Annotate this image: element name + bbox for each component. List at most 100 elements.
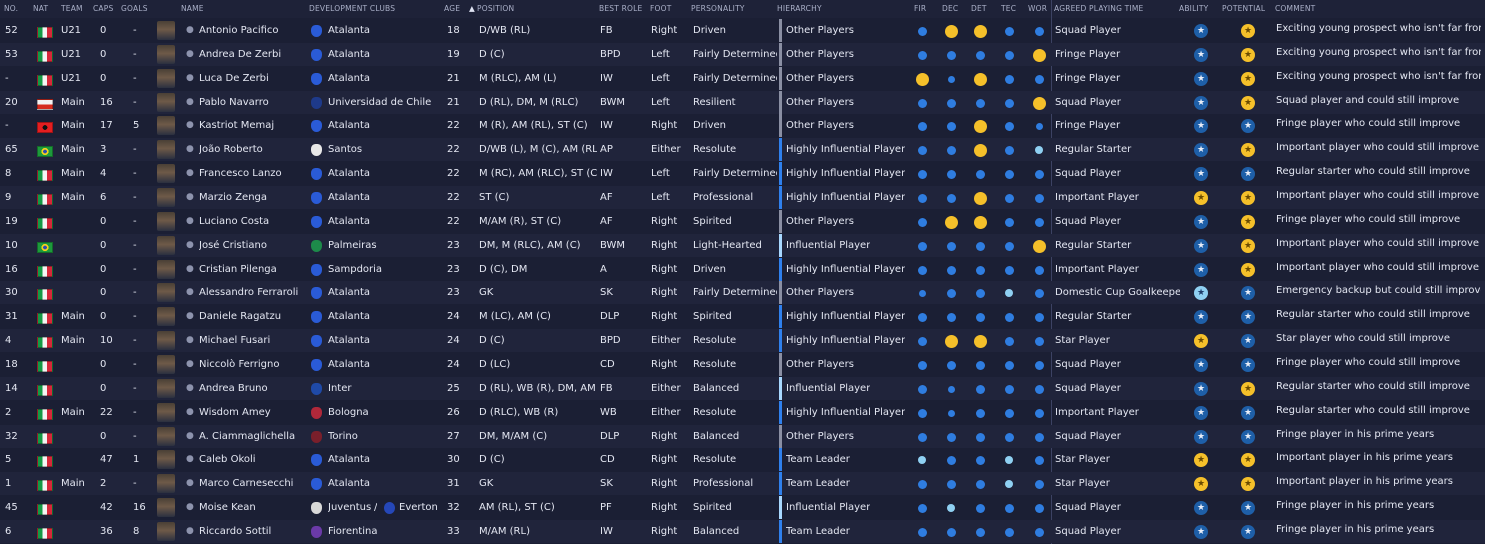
best-role: IW <box>600 120 613 131</box>
header-best-role[interactable]: BEST ROLE <box>599 4 642 13</box>
header-name[interactable]: NAME <box>181 4 204 13</box>
header-goals[interactable]: GOALS <box>121 4 148 13</box>
header-agreed-playing-time[interactable]: AGREED PLAYING TIME <box>1054 4 1143 13</box>
player-photo[interactable] <box>157 522 175 541</box>
table-row[interactable]: 32 0 - ● A. Ciammaglichella Torino 27 DM, M/AM … <box>0 425 1485 448</box>
header-position[interactable]: POSITION <box>477 4 514 13</box>
player-photo[interactable] <box>157 260 175 279</box>
table-row[interactable]: 53 U21 0 - ● Andrea De Zerbi Atalanta 19 D (C) BP… <box>0 43 1485 66</box>
table-row[interactable]: 19 0 - ● Luciano Costa Atalanta 22 M/AM (R), ST… <box>0 210 1485 233</box>
player-photo[interactable] <box>157 331 175 350</box>
attribute-dot <box>975 265 985 275</box>
attribute-dot <box>1034 360 1044 370</box>
table-row[interactable]: 31 Main 0 - ● Daniele Ragatzu Atalanta 24 M (LC)… <box>0 305 1485 328</box>
table-row[interactable]: 18 0 - ● Niccolò Ferrigno Atalanta 24 D (LC) CD R… <box>0 353 1485 376</box>
player-photo[interactable] <box>157 379 175 398</box>
player-photo[interactable] <box>157 283 175 302</box>
table-row[interactable]: 30 0 - ● Alessandro Ferraroli Atalanta 23 GK SK R… <box>0 281 1485 304</box>
header-wor[interactable]: WOR <box>1028 4 1047 13</box>
table-row[interactable]: 5 47 1 ● Caleb Okoli Atalanta 30 D (C) CD Right Re… <box>0 448 1485 471</box>
player-photo[interactable] <box>157 403 175 422</box>
ability-star-icon: ★ <box>1194 72 1208 86</box>
potential-star-icon: ★ <box>1241 24 1255 38</box>
player-photo[interactable] <box>157 69 175 88</box>
personality: Spirited <box>693 216 732 227</box>
header-no[interactable]: NO. <box>4 4 18 13</box>
player-photo[interactable] <box>157 450 175 469</box>
italy-flag-icon <box>37 409 53 420</box>
attribute-dot <box>946 265 956 275</box>
hierarchy-value: Team Leader <box>786 478 850 489</box>
header-hierarchy[interactable]: HIERARCHY <box>777 4 822 13</box>
personality: Fairly Determined <box>693 49 777 60</box>
table-row[interactable]: 2 Main 22 - ● Wisdom Amey Bologna 26 D (RLC), WB… <box>0 401 1485 424</box>
table-row[interactable]: 20 Main 16 - ● Pablo Navarro Universidad de Ch… <box>0 91 1485 114</box>
comment-text: Fringe player who could still improve <box>1276 118 1461 129</box>
header-development-clubs[interactable]: DEVELOPMENT CLUBS <box>309 4 395 13</box>
goals-count: - <box>133 407 137 418</box>
squad-number: 32 <box>5 431 18 442</box>
player-photo[interactable] <box>157 188 175 207</box>
ability-star-icon: ★ <box>1194 239 1208 253</box>
player-photo[interactable] <box>157 355 175 374</box>
ability-star-icon: ★ <box>1194 119 1208 133</box>
table-row[interactable]: 1 Main 2 - ● Marco Carnesecchi Atalanta 31 GK SK R… <box>0 472 1485 495</box>
table-row[interactable]: 65 Main 3 - ● João Roberto Santos 22 D/WB (L), M… <box>0 138 1485 161</box>
player-photo[interactable] <box>157 427 175 446</box>
squad-number: 19 <box>5 216 18 227</box>
agreed-playing-time: Fringe Player <box>1055 49 1121 60</box>
player-photo[interactable] <box>157 93 175 112</box>
attribute-dot <box>918 289 926 297</box>
player-photo[interactable] <box>157 140 175 159</box>
table-row[interactable]: 8 Main 4 - ● Francesco Lanzo Atalanta 22 M (RC),… <box>0 162 1485 185</box>
player-photo[interactable] <box>157 236 175 255</box>
header-tec[interactable]: TEC <box>1001 4 1016 13</box>
header-foot[interactable]: FOOT <box>650 4 672 13</box>
header-nat[interactable]: NAT <box>33 4 48 13</box>
position-value: GK <box>479 478 494 489</box>
player-photo[interactable] <box>157 21 175 40</box>
table-row[interactable]: 16 0 - ● Cristian Pilenga Sampdoria 23 D (C), D… <box>0 258 1485 281</box>
header-dec[interactable]: DEC <box>942 4 958 13</box>
player-photo[interactable] <box>157 498 175 517</box>
personality: Balanced <box>693 526 740 537</box>
goals-count: - <box>133 383 137 394</box>
player-photo[interactable] <box>157 116 175 135</box>
table-row[interactable]: 6 36 8 ● Riccardo Sottil Fiorentina 33 M/AM (RL… <box>0 520 1485 543</box>
attribute-dot <box>1034 74 1044 84</box>
table-row[interactable]: 14 0 - ● Andrea Bruno Inter 25 D (RL), WB (R), … <box>0 377 1485 400</box>
club-crest-icon <box>311 49 322 61</box>
player-photo[interactable] <box>157 474 175 493</box>
header-age[interactable]: AGE <box>444 4 460 13</box>
albania-flag-icon <box>37 122 53 133</box>
table-row[interactable]: 4 Main 10 - ● Michael Fusari Atalanta 24 D (C) BP… <box>0 329 1485 352</box>
best-role: PF <box>600 502 612 513</box>
sort-ascending-icon[interactable]: ▲ <box>469 4 475 13</box>
player-photo[interactable] <box>157 212 175 231</box>
attribute-dot <box>917 503 927 513</box>
header-ability[interactable]: ABILITY <box>1179 4 1208 13</box>
header-det[interactable]: DET <box>971 4 987 13</box>
player-photo[interactable] <box>157 45 175 64</box>
player-photo[interactable] <box>157 307 175 326</box>
table-row[interactable]: 10 0 - ● José Cristiano Palmeiras 23 DM, M (RLC… <box>0 234 1485 257</box>
header-caps[interactable]: CAPS <box>93 4 113 13</box>
header-personality[interactable]: PERSONALITY <box>691 4 745 13</box>
comment-text: Exciting young prospect who isn't far fr… <box>1276 23 1481 34</box>
agreed-playing-time: Star Player <box>1055 335 1110 346</box>
player-photo[interactable] <box>157 164 175 183</box>
table-row[interactable]: 9 Main 6 - ● Marzio Zenga Atalanta 22 ST (C) AF Le… <box>0 186 1485 209</box>
attribute-dot <box>1004 432 1014 442</box>
attribute-dot <box>947 409 955 417</box>
header-team[interactable]: TEAM <box>61 4 83 13</box>
table-row[interactable]: 52 U21 0 - ● Antonio Pacifico Atalanta 18 D/WB (… <box>0 19 1485 42</box>
position-value: M/AM (RL) <box>479 526 530 537</box>
person-icon: ● <box>186 97 194 107</box>
header-potential[interactable]: POTENTIAL <box>1222 4 1265 13</box>
table-row[interactable]: 45 42 16 ● Moise Kean Juventus / Everton 32 AM (R… <box>0 496 1485 519</box>
table-row[interactable]: - Main 17 5 ● Kastriot Memaj Atalanta 22 M (R), … <box>0 114 1485 137</box>
header-comment[interactable]: COMMENT <box>1275 4 1315 13</box>
header-fir[interactable]: FIR <box>914 4 926 13</box>
squad-number: 45 <box>5 502 18 513</box>
table-row[interactable]: - U21 0 - ● Luca De Zerbi Atalanta 21 M (RLC), A… <box>0 67 1485 90</box>
